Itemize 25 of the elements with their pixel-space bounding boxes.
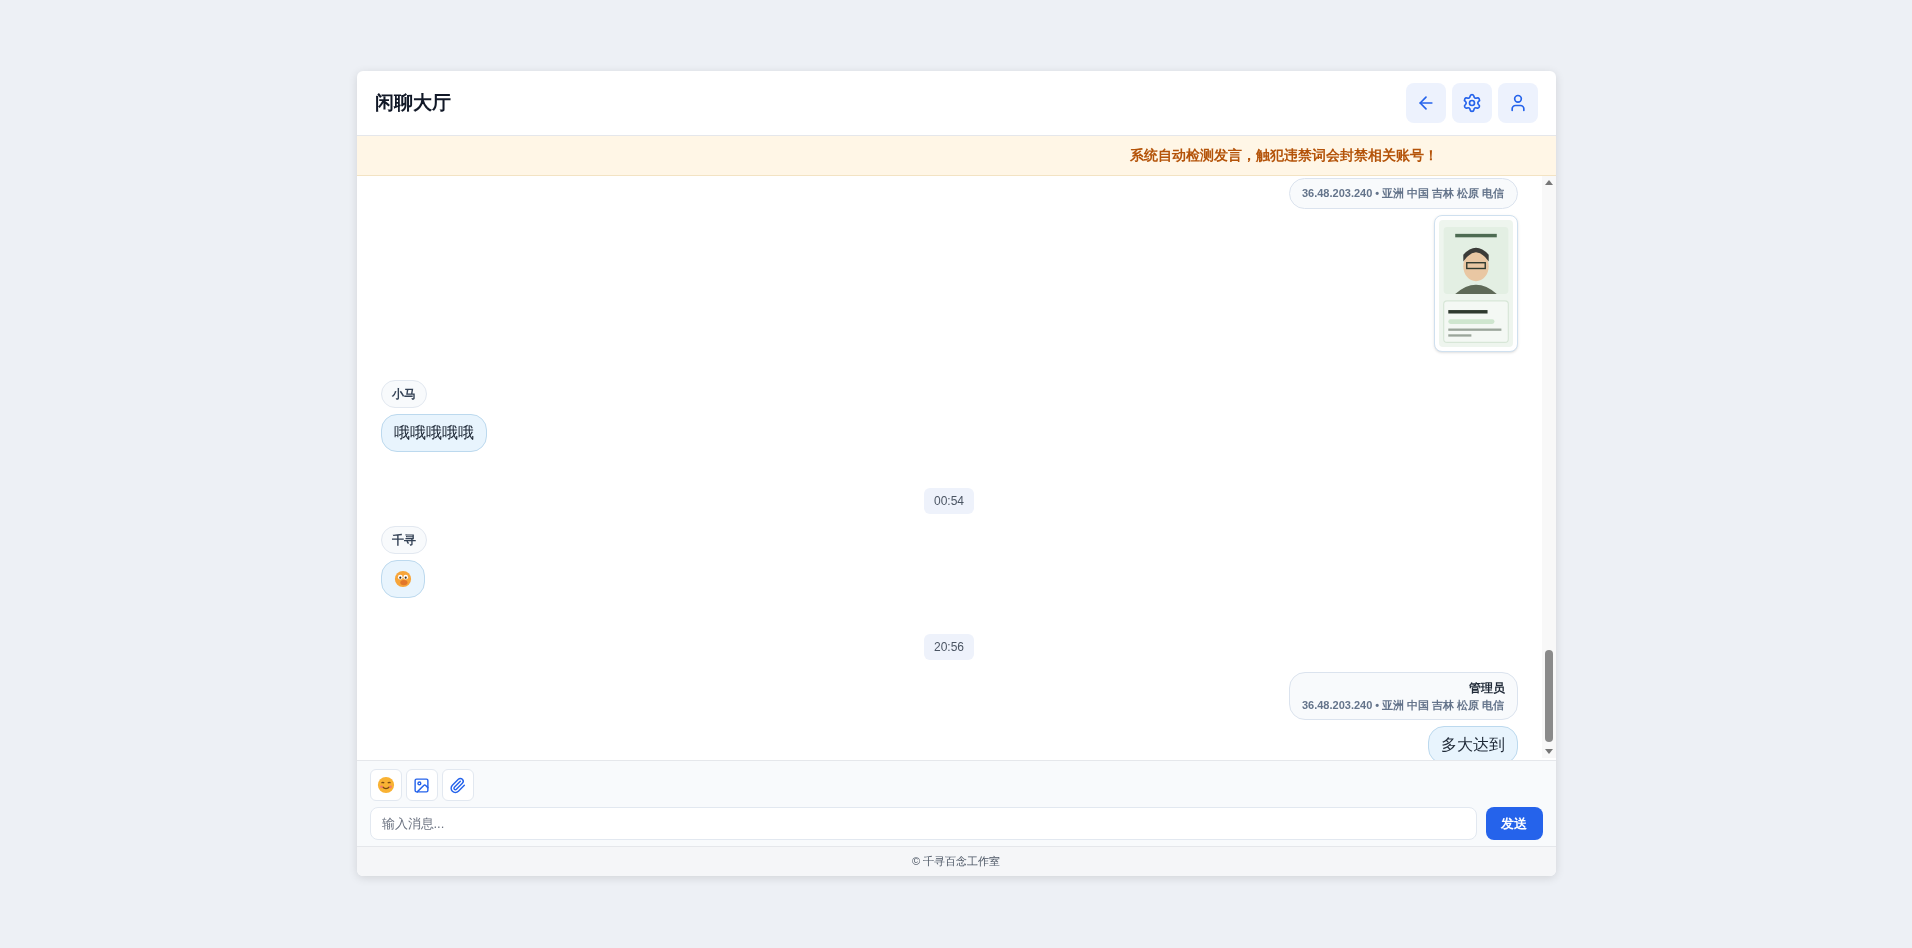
message-bubble: 多大达到 xyxy=(1427,726,1518,760)
notice-text: 系统自动检测发言，触犯违禁词会封禁相关账号！ xyxy=(1129,146,1438,165)
sender-location: 36.48.203.240 • 亚洲 中国 吉林 松原 电信 xyxy=(1301,697,1505,713)
back-button[interactable] xyxy=(1405,83,1446,123)
sender-name: 千寻 xyxy=(380,525,427,554)
smile-icon xyxy=(376,776,395,794)
sender-name: 管理员 xyxy=(1468,679,1505,697)
send-button[interactable]: 发送 xyxy=(1485,807,1543,840)
message-input[interactable]: 输入消息... xyxy=(369,807,1477,840)
timestamp: 20:56 xyxy=(924,633,974,660)
chat-room-title: 闲聊大厅 xyxy=(374,90,451,115)
attach-button[interactable] xyxy=(441,769,474,801)
settings-icon xyxy=(1461,93,1482,113)
image-button[interactable] xyxy=(405,769,438,801)
profile-button[interactable] xyxy=(1497,83,1538,123)
sender-location: 36.48.203.240 • 亚洲 中国 吉林 松原 电信 xyxy=(1301,186,1505,201)
sender-name: 小马 xyxy=(380,379,427,408)
image-icon xyxy=(413,776,430,794)
message-bubble: 哦哦哦哦哦 xyxy=(380,413,487,452)
emoji-button[interactable] xyxy=(369,769,402,801)
settings-button[interactable] xyxy=(1451,83,1492,123)
worried-face-icon xyxy=(393,569,412,588)
paperclip-icon xyxy=(449,776,466,794)
timestamp: 00:54 xyxy=(924,487,974,514)
copyright-text: © 千寻百念工作室 xyxy=(911,854,1001,870)
